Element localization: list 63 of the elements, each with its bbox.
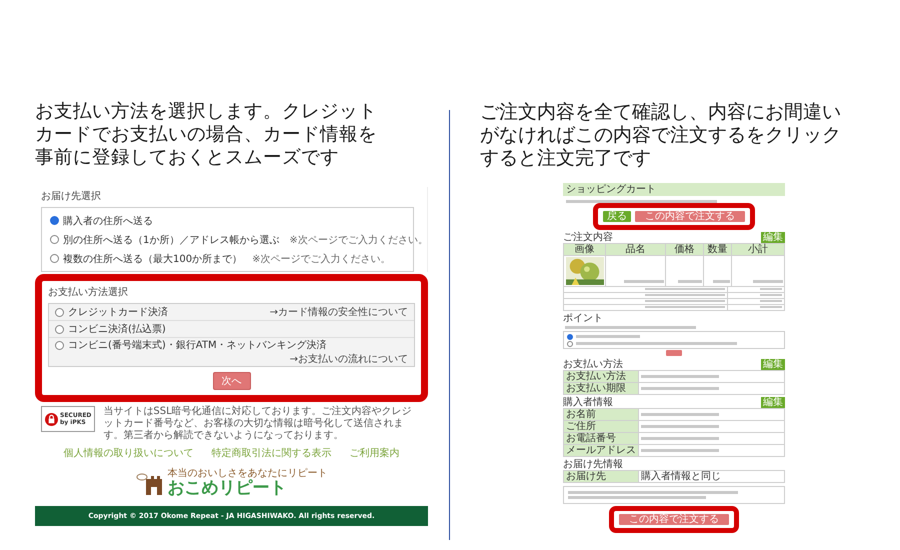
edit-button[interactable]: 編集 (761, 232, 785, 243)
info-link[interactable]: →カード情報の安全性について (270, 305, 408, 319)
payment-option-row[interactable]: コンビニ(番号端末式)・銀行ATM・ネットバンキング決済 →お支払いの流れについて (49, 338, 414, 366)
row-label: お届け先 (564, 471, 639, 483)
instruction-text: ご注文内容を全て確認し、内容にお間違い (480, 100, 842, 123)
note-text: ※次ページでご入力ください。 (252, 252, 390, 266)
radio-button[interactable] (50, 235, 59, 244)
instruction-text: すると注文完了です (480, 146, 652, 169)
radio-button[interactable] (50, 216, 59, 225)
row-label: メールアドレス (564, 445, 639, 457)
radio-button[interactable] (567, 334, 573, 340)
payment-option-row[interactable]: クレジットカード決済 →カード情報の安全性について (49, 304, 414, 321)
radio-button[interactable] (567, 340, 573, 346)
blurred-text (576, 335, 640, 338)
option-label: コンビニ(番号端末式)・銀行ATM・ネットバンキング決済 (68, 338, 327, 352)
option-label: コンビニ決済(払込票) (68, 322, 166, 336)
option-label[interactable]: 購入者の住所へ送る (63, 214, 153, 228)
security-text: 当サイトはSSL暗号化通信に対応しております。ご注文内容やクレジットカード番号など、お客様の大切な情報は暗号化して送信されます。第三者から解読できないようになっております。 (103, 406, 413, 442)
lock-icon (45, 412, 58, 426)
instruction-text: カードでお支払いの場合、カード情報を (35, 123, 378, 146)
section-title: お支払い方法選択 (48, 286, 129, 299)
column-header: 品名 (606, 244, 666, 256)
footer-link[interactable]: ご利用案内 (350, 446, 400, 460)
footer-link[interactable]: 特定商取引法に関する表示 (212, 446, 332, 460)
payment-option-row[interactable]: コンビニ決済(払込票) (49, 321, 414, 338)
instruction-text: がなければこの内容で注文するをクリック (480, 123, 842, 146)
row-value: 購入者情報と同じ (639, 471, 784, 483)
section-title: お届け先選択 (41, 190, 102, 203)
edit-button[interactable]: 編集 (761, 397, 785, 408)
page-header: ショッピングカート (563, 183, 785, 196)
section-title: お支払い方法 (563, 359, 623, 370)
column-header: 画像 (564, 244, 606, 256)
radio-button[interactable] (55, 324, 64, 334)
option-label[interactable]: 別の住所へ送る（1か所）／アドレス帳から選ぶ (63, 232, 280, 246)
section-title: お届け先情報 (563, 459, 623, 470)
next-button[interactable]: 次へ (212, 372, 250, 390)
section-title: ポイント (563, 313, 603, 324)
edit-button[interactable]: 編集 (761, 359, 785, 370)
radio-button[interactable] (50, 254, 59, 263)
row-label: ご住所 (564, 421, 639, 433)
row-label: お電話番号 (564, 433, 639, 445)
instruction-text: 事前に登録しておくとスムーズです (35, 146, 340, 169)
option-label: クレジットカード決済 (68, 306, 168, 319)
option-label[interactable]: 複数の住所へ送る（最大100か所まで） (63, 252, 242, 266)
row-label: お支払い方法 (564, 371, 639, 383)
row-label: お名前 (564, 409, 639, 421)
instruction-text: お支払い方法を選択します。クレジット (35, 100, 378, 123)
column-header: 価格 (666, 244, 704, 256)
back-button[interactable]: 戻る (603, 211, 631, 222)
radio-button[interactable] (55, 308, 64, 316)
footer-link[interactable]: 個人情報の取り扱いについて (64, 446, 194, 460)
note-text: ※次ページでご入力ください。 (289, 234, 428, 246)
logo-tagline: 本当のおいしさをあなたにリピート (168, 468, 328, 479)
logo-text: おこめリピート (168, 479, 288, 498)
info-link[interactable]: →お支払いの流れについて (290, 352, 408, 366)
column-header: 小計 (732, 244, 785, 256)
row-label: お支払い期限 (564, 383, 639, 395)
column-header: 数量 (704, 244, 732, 256)
section-title: 購入者情報 (563, 397, 613, 408)
section-title: ご注文内容 (563, 232, 613, 243)
order-button[interactable]: この内容で注文する (635, 211, 745, 222)
radio-button[interactable] (55, 340, 64, 350)
order-button[interactable]: この内容で注文する (619, 514, 729, 525)
